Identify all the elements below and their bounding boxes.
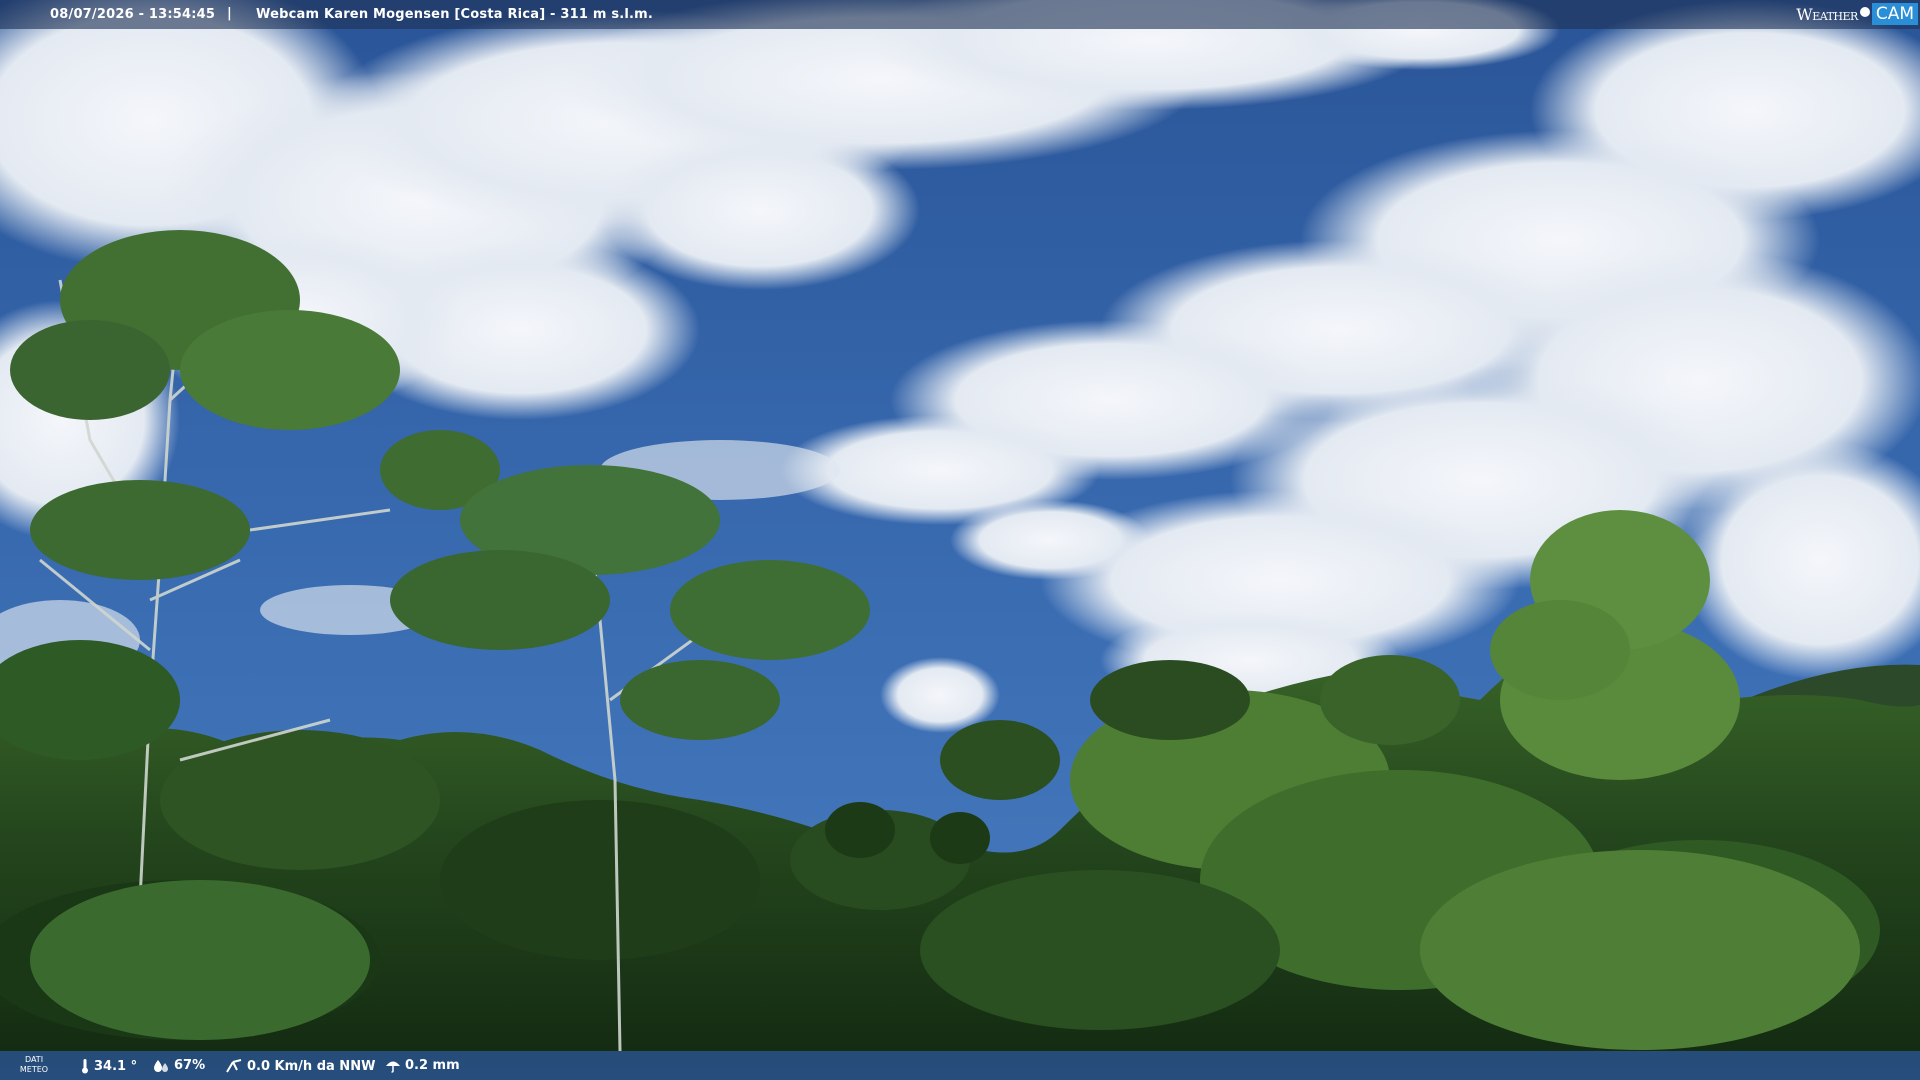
logo-cam-text: CAM	[1871, 3, 1918, 25]
humidity-value: 67%	[174, 1058, 206, 1073]
rain-umbrella-icon	[386, 1061, 400, 1073]
logo-weather-text: Weather	[1796, 4, 1858, 24]
wind-icon	[226, 1059, 242, 1073]
rain-reading: 0.2 mm	[385, 1058, 460, 1073]
meteo-label-line1: DATI	[24, 1055, 44, 1064]
wind-value: 0.0 Km/h da NNW	[247, 1058, 376, 1074]
humidity-reading: 67%	[152, 1058, 205, 1073]
thermometer-icon	[82, 1059, 88, 1074]
weather-data-bar: DATI METEO 34.1 ° 67% 0.0 Km/h da NNW 0.…	[0, 1051, 1920, 1080]
webcam-scene	[0, 0, 1920, 1080]
meteo-label-line2: METEO	[19, 1065, 49, 1074]
meteo-label: DATI METEO	[18, 1055, 50, 1075]
weathercam-logo: Weather CAM	[1796, 2, 1918, 26]
temperature-value: 34.1 °	[94, 1058, 138, 1074]
rain-value: 0.2 mm	[405, 1058, 460, 1073]
humidity-drop-icon	[154, 1059, 168, 1072]
webcam-location: Webcam Karen Mogensen [Costa Rica] - 311…	[256, 7, 654, 22]
top-info-bar: 08/07/2026 - 13:54:45 | Webcam Karen Mog…	[0, 0, 1920, 29]
timestamp: 08/07/2026 - 13:54:45	[50, 7, 216, 22]
header-separator: |	[227, 6, 232, 21]
logo-dot-icon	[1859, 7, 1870, 17]
wind-reading: 0.0 Km/h da NNW	[225, 1058, 375, 1074]
temperature-reading: 34.1 °	[80, 1058, 137, 1074]
